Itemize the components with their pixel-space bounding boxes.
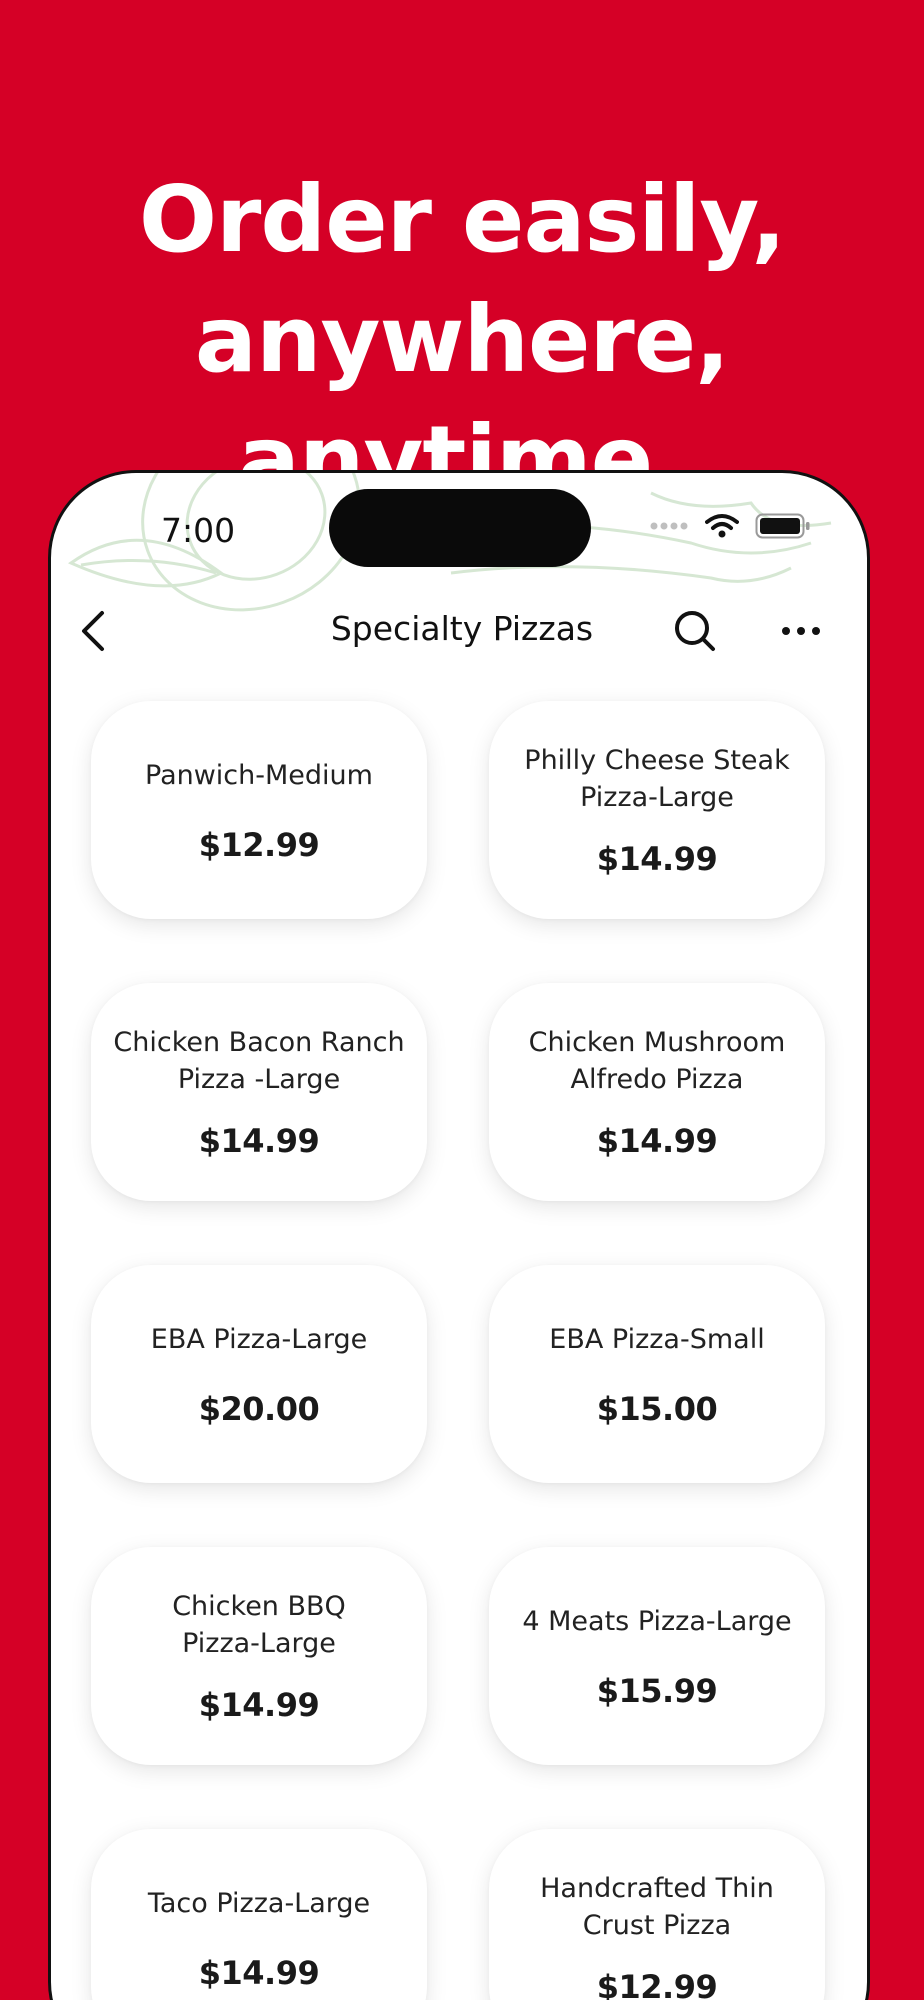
product-name: EBA Pizza-Small — [549, 1323, 765, 1355]
page-title: Specialty Pizzas — [330, 609, 594, 648]
dynamic-island — [329, 489, 591, 567]
product-name: Panwich-Medium — [145, 759, 373, 791]
product-price: $14.99 — [198, 1686, 320, 1724]
product-card[interactable]: EBA Pizza-Large $20.00 — [91, 1265, 427, 1483]
wifi-icon — [705, 514, 739, 538]
product-card[interactable]: Chicken Bacon Ranch Pizza -Large $14.99 — [91, 983, 427, 1201]
product-name: Handcrafted Thin Crust Pizza — [540, 1873, 774, 1941]
status-time: 7:00 — [161, 511, 236, 550]
product-card[interactable]: Philly Cheese Steak Pizza-Large $14.99 — [489, 701, 825, 919]
nav-bar: Specialty Pizzas — [51, 591, 867, 671]
product-card[interactable]: 4 Meats Pizza-Large $15.99 — [489, 1547, 825, 1765]
product-price: $15.99 — [596, 1671, 718, 1710]
more-options-button[interactable] — [769, 603, 833, 659]
search-button[interactable] — [667, 603, 723, 659]
product-name: Philly Cheese Steak Pizza-Large — [524, 745, 790, 813]
headline-line-1: Order easily, — [138, 166, 786, 273]
product-price: $14.99 — [198, 1122, 320, 1160]
product-price: $14.99 — [596, 1122, 718, 1160]
more-dots-icon — [782, 627, 820, 635]
product-price: $12.99 — [596, 1968, 718, 2000]
product-card[interactable]: Chicken Mushroom Alfredo Pizza $14.99 — [489, 983, 825, 1201]
product-card[interactable]: Handcrafted Thin Crust Pizza $12.99 — [489, 1829, 825, 2000]
product-name: Chicken Bacon Ranch Pizza -Large — [113, 1027, 405, 1095]
product-name: Chicken Mushroom Alfredo Pizza — [528, 1027, 786, 1095]
status-icons — [649, 513, 811, 539]
product-price: $20.00 — [198, 1389, 320, 1428]
signal-dots-icon — [650, 522, 688, 530]
product-card[interactable]: EBA Pizza-Small $15.00 — [489, 1265, 825, 1483]
marketing-headline: Order easily, anywhere, anytime. — [0, 160, 924, 520]
product-price: $15.00 — [596, 1389, 718, 1428]
product-card[interactable]: Taco Pizza-Large $14.99 — [91, 1829, 427, 2000]
product-card[interactable]: Chicken BBQ Pizza-Large $14.99 — [91, 1547, 427, 1765]
status-bar: 7:00 — [51, 473, 867, 583]
product-name: EBA Pizza-Large — [150, 1323, 368, 1355]
battery-icon — [755, 513, 810, 539]
product-name: Taco Pizza-Large — [147, 1887, 371, 1919]
product-name: 4 Meats Pizza-Large — [522, 1605, 792, 1637]
product-name: Chicken BBQ Pizza-Large — [172, 1591, 346, 1659]
product-price: $14.99 — [198, 1953, 320, 1992]
search-icon — [675, 611, 715, 651]
phone-frame: 7:00 Specialty Pizzas Panwich-Medium $12… — [48, 470, 870, 2000]
product-price: $14.99 — [596, 840, 718, 878]
product-price: $12.99 — [198, 825, 320, 864]
product-card[interactable]: Panwich-Medium $12.99 — [91, 701, 427, 919]
